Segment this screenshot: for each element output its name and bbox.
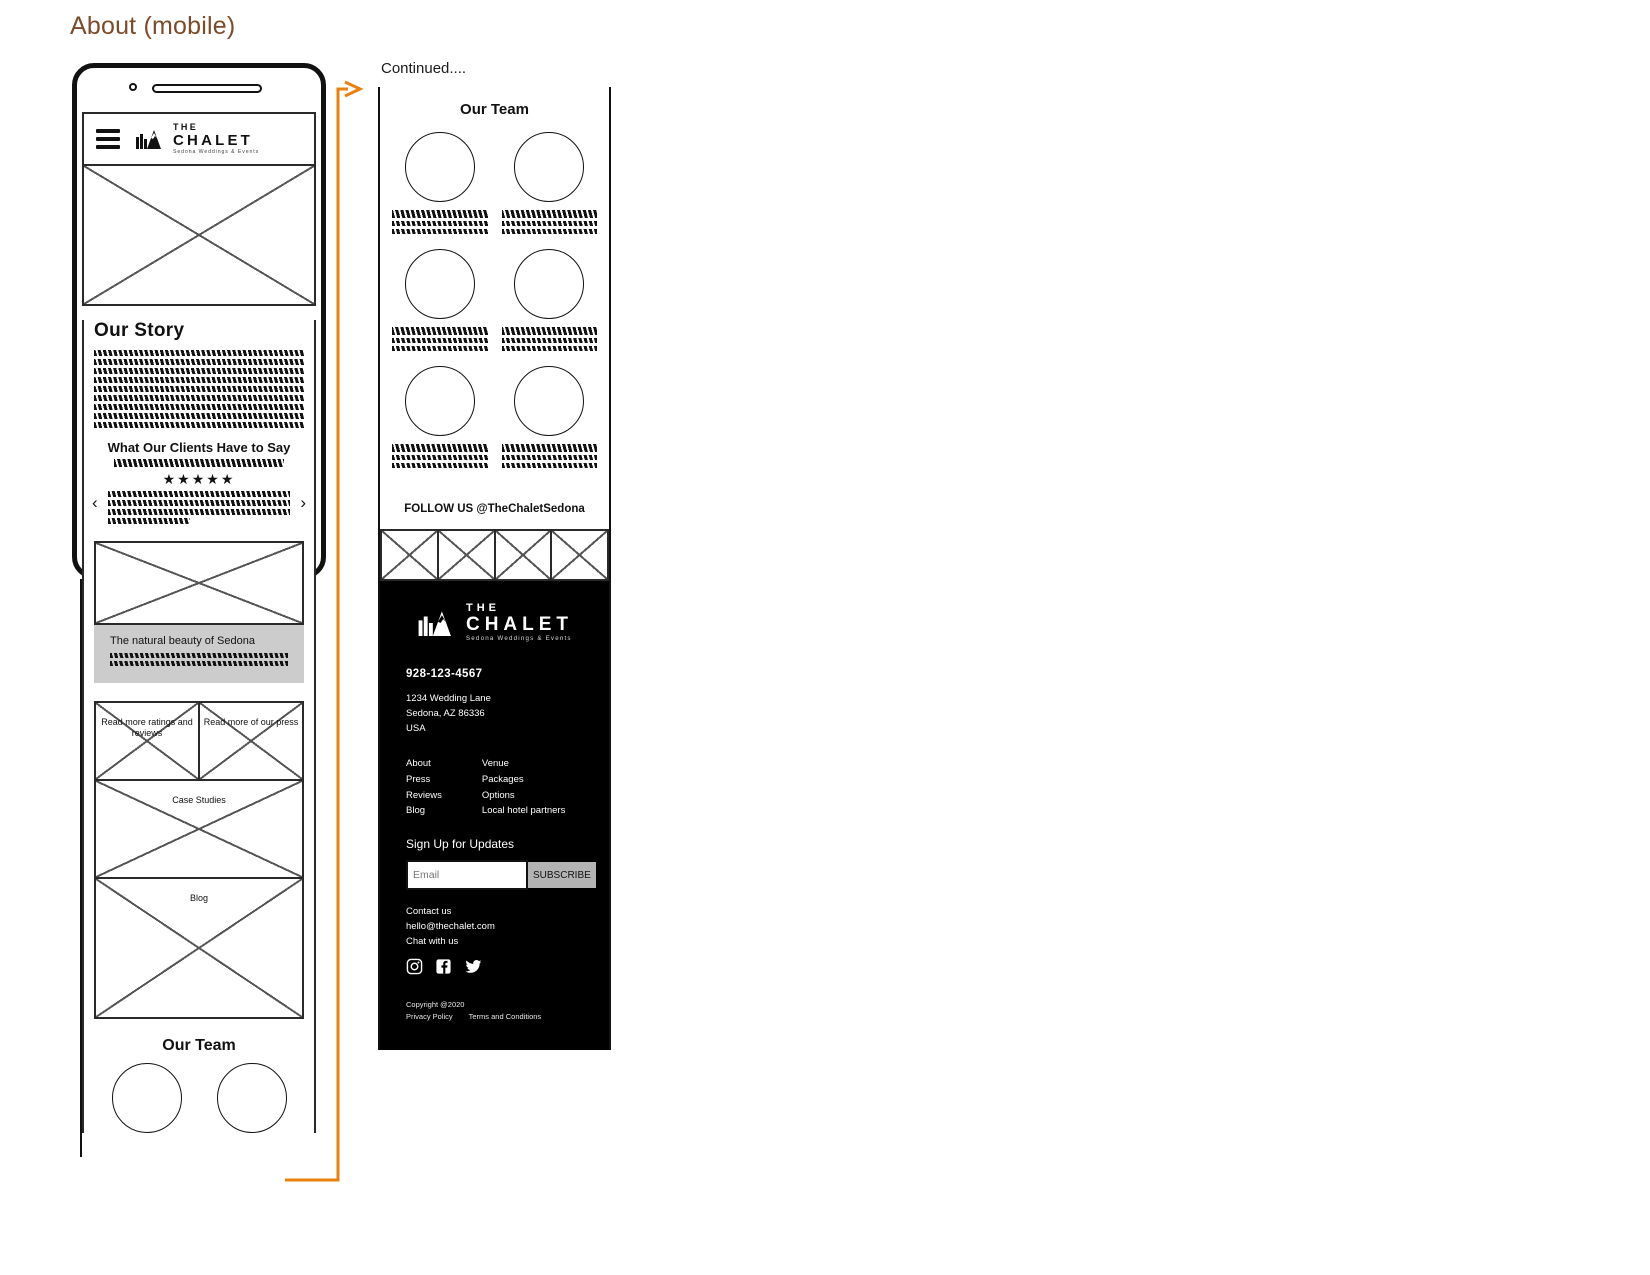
footer-link-packages[interactable]: Packages xyxy=(482,772,565,788)
hero-image-placeholder xyxy=(82,166,316,306)
chat-with-us-link[interactable]: Chat with us xyxy=(406,936,458,947)
our-story-body xyxy=(94,350,304,428)
address-line-2: Sedona, AZ 86336 xyxy=(406,707,485,719)
team-avatar-placeholder xyxy=(514,132,585,202)
phone-speaker-icon xyxy=(152,84,262,93)
mobile-page-content: THE CHALET Sedona Weddings & Events Our … xyxy=(82,112,316,1133)
follow-us-label: FOLLOW US @TheChaletSedona xyxy=(404,503,585,515)
logo-tagline: Sedona Weddings & Events xyxy=(173,148,260,155)
our-team-heading-mobile: Our Team xyxy=(162,1037,236,1054)
continued-label: Continued.... xyxy=(381,60,467,77)
our-story-section: Our Story What Our Clients Have to Say ‹… xyxy=(82,320,316,541)
mountain-building-icon xyxy=(418,610,451,636)
footer-address: 1234 Wedding Lane Sedona, AZ 86336 USA xyxy=(406,692,583,736)
tile-label: Read more ratings and reviews xyxy=(101,717,193,739)
footer-logo[interactable]: THE CHALET Sedona Weddings & Events xyxy=(406,603,583,642)
page-title: About (mobile) xyxy=(70,12,236,40)
team-grid xyxy=(380,120,609,481)
carousel-prev-icon[interactable]: ‹ xyxy=(92,493,98,513)
team-member-card xyxy=(501,243,597,354)
copyright-text: Copyright @2020 xyxy=(406,999,465,1009)
team-avatar-placeholder xyxy=(404,249,475,319)
site-footer: THE CHALET Sedona Weddings & Events 928-… xyxy=(380,581,609,1051)
tile-press[interactable]: Read more of our press xyxy=(200,701,304,781)
team-avatar-placeholder xyxy=(111,1063,182,1133)
team-member-card xyxy=(392,126,488,237)
signup-form: SUBSCRIBE xyxy=(406,860,596,891)
mobile-header: THE CHALET Sedona Weddings & Events xyxy=(82,112,316,166)
footer-link-about[interactable]: About xyxy=(406,756,442,772)
instagram-tile[interactable] xyxy=(552,529,609,581)
footer-logo-name: CHALET xyxy=(465,614,574,635)
contact-us-link[interactable]: Contact us xyxy=(406,906,451,917)
link-tiles-section: Read more ratings and reviews Read more … xyxy=(82,701,316,1133)
logo-name: CHALET xyxy=(173,131,254,149)
testimonial-carousel: ‹ › ★★★★★ xyxy=(92,459,306,524)
footer-legal: Copyright @2020 Privacy Policy Terms and… xyxy=(406,999,583,1025)
instagram-icon[interactable] xyxy=(406,958,423,975)
contact-email[interactable]: hello@thechalet.com xyxy=(406,921,495,932)
footer-logo-tagline: Sedona Weddings & Events xyxy=(465,635,572,642)
privacy-policy-link[interactable]: Privacy Policy xyxy=(406,1012,453,1021)
tile-ratings-reviews[interactable]: Read more ratings and reviews xyxy=(94,701,200,781)
footer-nav-column-1: About Press Reviews Blog xyxy=(406,756,442,819)
footer-nav-column-2: Venue Packages Options Local hotel partn… xyxy=(482,756,565,819)
team-avatar-placeholder xyxy=(514,249,585,319)
testimonials-heading: What Our Clients Have to Say xyxy=(107,440,291,455)
footer-logo-the: THE xyxy=(465,602,500,614)
our-team-heading: Our Team xyxy=(460,101,529,118)
tile-blog[interactable]: Blog xyxy=(94,879,304,1019)
instagram-tile[interactable] xyxy=(438,529,496,581)
team-member-card xyxy=(501,360,597,471)
twitter-icon[interactable] xyxy=(464,958,483,975)
subscribe-button[interactable]: SUBSCRIBE xyxy=(528,862,596,889)
terms-link[interactable]: Terms and Conditions xyxy=(469,1012,542,1021)
address-line-1: 1234 Wedding Lane xyxy=(406,693,491,705)
email-input[interactable] xyxy=(406,860,528,891)
wireframe-canvas: About (mobile) THE CHALET Sedona Wedding… xyxy=(0,0,1650,1275)
rating-stars: ★★★★★ xyxy=(162,471,236,487)
sedona-caption: The natural beauty of Sedona xyxy=(110,635,255,647)
sedona-image-placeholder xyxy=(94,541,304,625)
team-avatar-placeholder xyxy=(404,366,475,436)
our-story-heading: Our Story xyxy=(94,320,185,341)
sedona-section: The natural beauty of Sedona xyxy=(82,541,316,701)
footer-link-venue[interactable]: Venue xyxy=(482,756,565,772)
instagram-tile[interactable] xyxy=(380,529,439,581)
footer-link-blog[interactable]: Blog xyxy=(406,803,442,819)
facebook-icon[interactable] xyxy=(435,958,452,975)
footer-link-press[interactable]: Press xyxy=(406,772,442,788)
logo-the: THE xyxy=(173,121,199,132)
footer-link-reviews[interactable]: Reviews xyxy=(406,788,442,804)
tile-case-studies[interactable]: Case Studies xyxy=(94,781,304,879)
footer-phone[interactable]: 928-123-4567 xyxy=(406,668,583,680)
footer-nav: About Press Reviews Blog Venue Packages … xyxy=(406,756,583,819)
signup-heading: Sign Up for Updates xyxy=(406,837,515,852)
team-avatar-placeholder xyxy=(216,1063,287,1133)
footer-link-options[interactable]: Options xyxy=(482,788,565,804)
social-links xyxy=(406,958,583,975)
team-member-card xyxy=(501,126,597,237)
team-member-card xyxy=(392,243,488,354)
footer-link-local-hotels[interactable]: Local hotel partners xyxy=(482,803,565,819)
carousel-next-icon[interactable]: › xyxy=(300,493,306,513)
sedona-caption-block: The natural beauty of Sedona xyxy=(94,625,304,683)
team-avatar-placeholder xyxy=(404,132,475,202)
team-member-card xyxy=(392,360,488,471)
site-logo[interactable]: THE CHALET Sedona Weddings & Events xyxy=(134,121,260,155)
tile-label: Blog xyxy=(189,893,208,903)
continued-panel: Our Team FOLLOW US @TheChaletSedona THE … xyxy=(378,87,611,1051)
instagram-grid xyxy=(380,529,609,581)
mountain-building-icon xyxy=(136,129,161,149)
team-avatar-placeholder xyxy=(514,366,585,436)
address-line-3: USA xyxy=(406,722,426,734)
tile-label: Case Studies xyxy=(172,795,226,805)
footer-contact: Contact us hello@thechalet.com Chat with… xyxy=(406,904,583,950)
hamburger-menu-icon[interactable] xyxy=(96,129,120,149)
tile-label: Read more of our press xyxy=(203,717,299,727)
phone-camera-icon xyxy=(129,83,137,91)
instagram-tile[interactable] xyxy=(495,529,553,581)
testimonial-quote xyxy=(108,491,290,524)
